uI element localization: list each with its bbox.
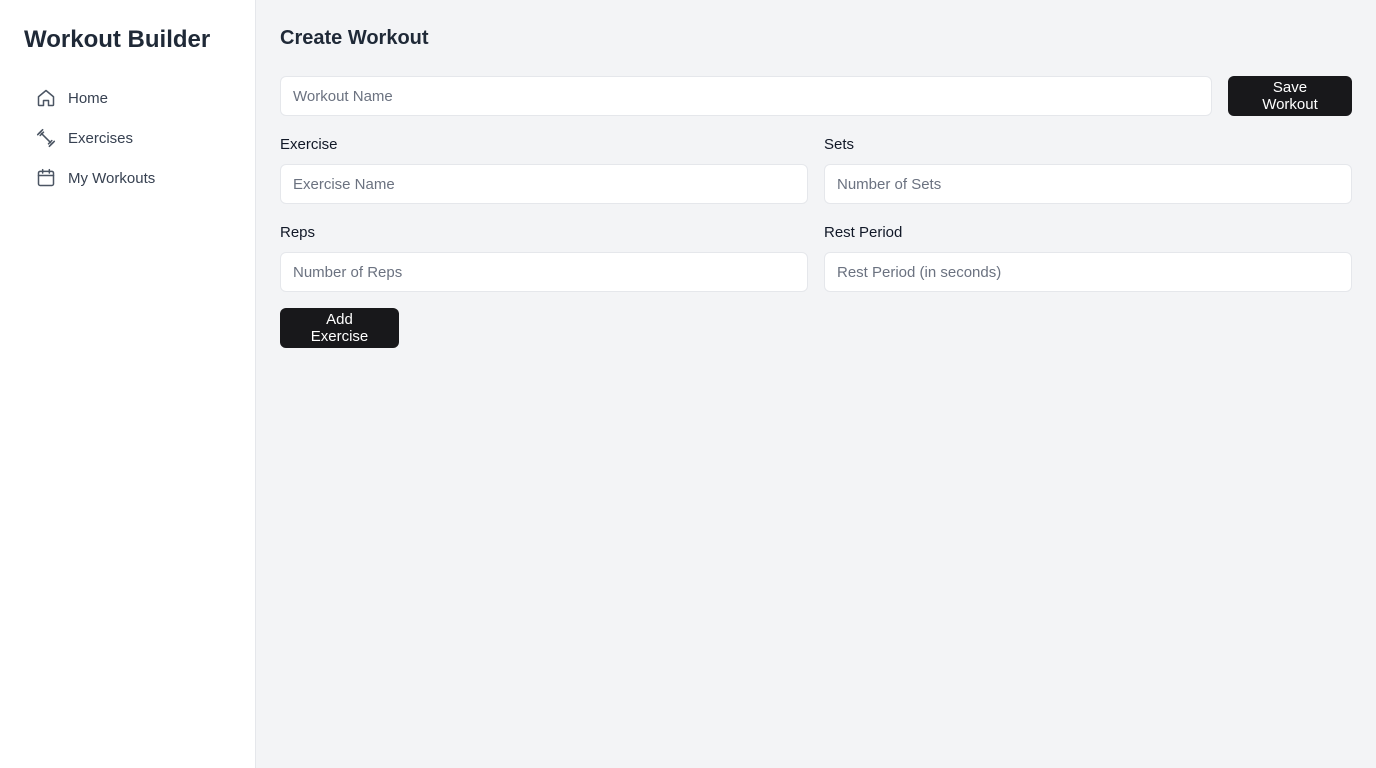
app-title: Workout Builder [24,26,211,53]
app-root: Workout Builder Home Exercises My Workou… [0,0,1376,768]
sets-input[interactable] [824,164,1352,204]
sidebar-item-my-workouts[interactable]: My Workouts [24,158,232,198]
dumbbell-icon [36,128,56,148]
reps-label: Reps [280,224,316,241]
sidebar-item-exercises[interactable]: Exercises [24,118,232,158]
sidebar-item-label: My Workouts [68,169,156,187]
save-workout-button[interactable]: Save Workout [1228,76,1352,116]
sets-label: Sets [824,136,855,153]
main-content: Create Workout Save Workout Exercise Set… [256,0,1376,768]
page-title: Create Workout [280,27,429,49]
sidebar-item-label: Home [68,89,109,107]
rest-period-input[interactable] [824,252,1352,292]
home-icon [36,88,56,108]
sidebar-nav: Home Exercises My Workouts [24,78,232,198]
reps-input[interactable] [280,252,808,292]
rest-period-label: Rest Period [824,224,903,241]
workout-name-input[interactable] [280,76,1212,116]
add-exercise-button[interactable]: Add Exercise [280,308,399,348]
exercise-label: Exercise [280,136,338,153]
sidebar-item-label: Exercises [68,129,134,147]
exercise-name-input[interactable] [280,164,808,204]
calendar-icon [36,168,56,188]
sidebar: Workout Builder Home Exercises My Workou… [0,0,256,768]
sidebar-item-home[interactable]: Home [24,78,232,118]
